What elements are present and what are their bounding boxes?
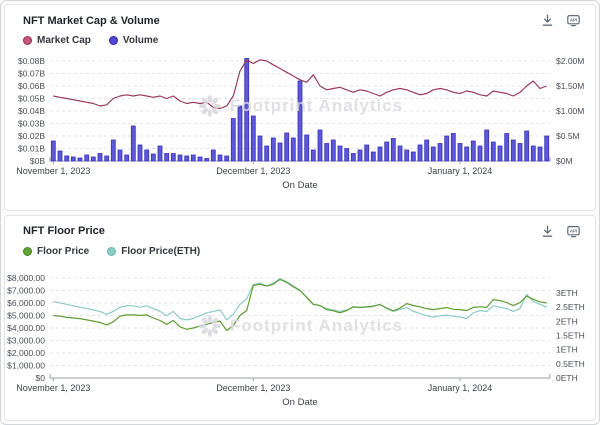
svg-text:On Date: On Date (282, 397, 317, 408)
svg-text:November 1, 2023: November 1, 2023 (16, 166, 90, 176)
legend-label: Floor Price(ETH) (121, 246, 200, 257)
svg-text:$0: $0 (36, 373, 46, 383)
card-toolbar: API (540, 224, 581, 239)
svg-text:$0.03B: $0.03B (18, 119, 45, 129)
svg-text:0.5ETH: 0.5ETH (556, 358, 585, 368)
svg-text:$0.02B: $0.02B (18, 131, 45, 141)
svg-text:$0M: $0M (556, 156, 573, 166)
legend-label: Market Cap (37, 35, 91, 46)
legend: Market Cap Volume (5, 28, 595, 48)
svg-text:$0.5M: $0.5M (556, 131, 580, 141)
svg-text:$4,000.00: $4,000.00 (7, 323, 45, 333)
svg-text:January 1, 2024: January 1, 2024 (428, 383, 493, 393)
svg-text:3ETH: 3ETH (556, 288, 578, 298)
api-icon[interactable]: API (566, 224, 581, 239)
analytics-dashboard: NFT Market Cap & Volume API Market Cap V… (0, 0, 600, 425)
svg-text:$0.01B: $0.01B (18, 144, 45, 154)
card-header: NFT Market Cap & Volume API (5, 13, 595, 28)
svg-text:$2,000.00: $2,000.00 (7, 348, 45, 358)
svg-text:$5,000.00: $5,000.00 (7, 310, 45, 320)
api-icon[interactable]: API (566, 13, 581, 28)
card-toolbar: API (540, 13, 581, 28)
floor-price-eth-dot-icon (107, 247, 116, 256)
svg-text:$1.00M: $1.00M (556, 106, 584, 116)
svg-text:$0.06B: $0.06B (18, 81, 45, 91)
svg-text:December 1, 2023: December 1, 2023 (216, 166, 290, 176)
svg-text:1ETH: 1ETH (556, 344, 578, 354)
svg-text:API: API (570, 228, 577, 233)
svg-text:On Date: On Date (282, 180, 317, 191)
floor-price-card: NFT Floor Price API Floor Price Floor Pr… (4, 215, 596, 422)
svg-text:$3,000.00: $3,000.00 (7, 335, 45, 345)
svg-text:$8,000.00: $8,000.00 (7, 273, 45, 283)
svg-text:$0.04B: $0.04B (18, 106, 45, 116)
floor-price-chart[interactable]: $8,000.00 $7,000.00 $6,000.00 $5,000.00 $4,0… (5, 267, 596, 417)
legend-item-floor-price-eth[interactable]: Floor Price(ETH) (107, 246, 200, 257)
download-icon[interactable] (540, 13, 555, 28)
card-header: NFT Floor Price API (5, 224, 595, 239)
market-cap-dot-icon (23, 36, 32, 45)
svg-text:$1.50M: $1.50M (556, 81, 584, 91)
svg-text:$0.08B: $0.08B (18, 56, 45, 66)
legend-label: Floor Price (37, 246, 89, 257)
legend: Floor Price Floor Price(ETH) (5, 239, 595, 259)
svg-text:$0.07B: $0.07B (18, 69, 45, 79)
market-cap-volume-chart[interactable]: $0.08B $0.07B $0.06B $0.05B $0.04B $0.03B $0.0… (5, 50, 596, 200)
market-cap-volume-card: NFT Market Cap & Volume API Market Cap V… (4, 4, 596, 211)
volume-dot-icon (109, 36, 118, 45)
svg-text:$1,000.00: $1,000.00 (7, 360, 45, 370)
svg-text:$6,000.00: $6,000.00 (7, 298, 45, 308)
chart-title-floor-price: NFT Floor Price (23, 225, 105, 237)
legend-item-market-cap[interactable]: Market Cap (23, 35, 91, 46)
svg-text:$2.00M: $2.00M (556, 56, 584, 66)
legend-item-floor-price[interactable]: Floor Price (23, 246, 89, 257)
svg-text:January 1, 2024: January 1, 2024 (428, 166, 493, 176)
svg-text:$7,000.00: $7,000.00 (7, 285, 45, 295)
svg-text:API: API (570, 17, 577, 22)
svg-text:2ETH: 2ETH (556, 316, 578, 326)
svg-text:0ETH: 0ETH (556, 373, 578, 383)
floor-price-dot-icon (23, 247, 32, 256)
svg-text:$0.05B: $0.05B (18, 94, 45, 104)
svg-text:1.5ETH: 1.5ETH (556, 330, 585, 340)
svg-text:November 1, 2023: November 1, 2023 (16, 383, 90, 393)
download-icon[interactable] (540, 224, 555, 239)
legend-label: Volume (123, 35, 158, 46)
svg-text:2.5ETH: 2.5ETH (556, 302, 585, 312)
svg-text:$0B: $0B (30, 156, 45, 166)
chart-title-market-cap-volume: NFT Market Cap & Volume (23, 15, 160, 27)
legend-item-volume[interactable]: Volume (109, 35, 158, 46)
svg-text:December 1, 2023: December 1, 2023 (216, 383, 290, 393)
